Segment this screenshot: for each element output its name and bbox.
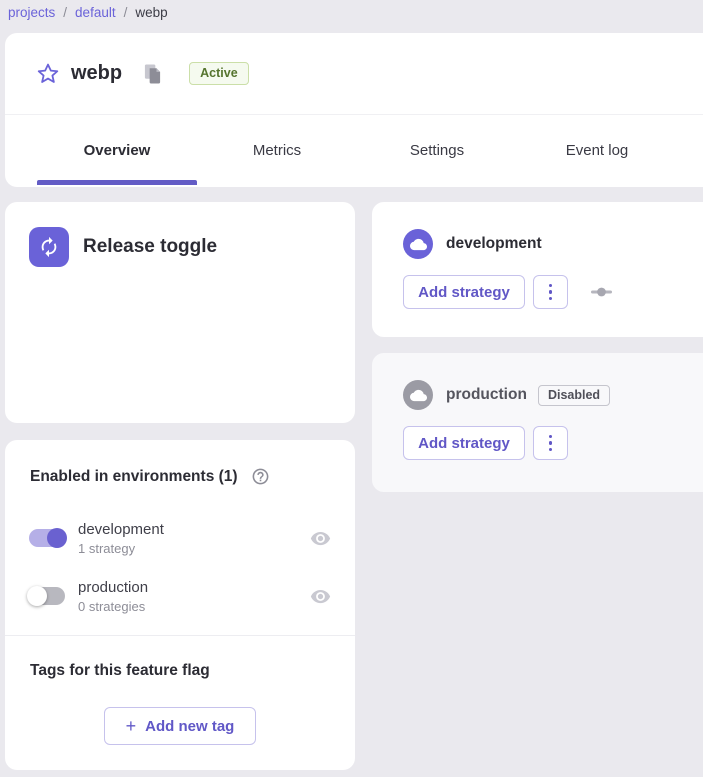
add-strategy-button[interactable]: Add strategy [403,426,525,460]
flag-title-row: webp Active [5,33,703,115]
cloud-icon [403,229,433,259]
environment-row-production: production 0 strategies [29,572,331,620]
copy-name-icon[interactable] [143,63,162,84]
toggle-thumb [27,586,47,606]
development-environment-panel: development Add strategy [372,202,703,337]
tab-metrics-label: Metrics [253,142,301,159]
toggle-thumb [47,528,67,548]
panel-actions: Add strategy [403,426,568,460]
breadcrumb-projects[interactable]: projects [8,5,55,20]
help-icon[interactable] [251,467,270,486]
flag-details-card: Release toggle Project: default No descr… [5,202,355,423]
environment-panel-name: development [446,235,542,253]
visibility-eye-icon[interactable] [310,528,331,549]
breadcrumb-current-flag: webp [135,5,167,20]
environments-card: Enabled in environments (1) development … [5,440,355,770]
tab-overview[interactable]: Overview [37,115,197,186]
breadcrumb-separator: / [63,5,67,20]
tab-event-log[interactable]: Event log [517,115,677,186]
panel-header: development [403,229,542,259]
environment-name: production [78,579,148,596]
environment-strategy-count: 1 strategy [78,541,164,556]
tab-event-log-label: Event log [566,142,629,159]
environments-title-row: Enabled in environments (1) [30,467,270,486]
more-options-kebab-icon[interactable] [533,275,568,309]
cloud-icon [403,380,433,410]
tab-overview-label: Overview [84,142,151,159]
plus-icon: + [126,717,137,735]
breadcrumb: projects / default / webp [8,0,168,24]
environments-title: Enabled in environments (1) [30,468,238,486]
environment-panel-name: production [446,386,527,404]
strategy-drag-handle-icon [590,286,614,298]
tags-title: Tags for this feature flag [30,662,210,680]
flag-type-label: Release toggle [83,236,217,258]
active-tab-underline [37,180,197,185]
visibility-eye-icon[interactable] [310,586,331,607]
environment-row-development: development 1 strategy [29,514,331,562]
release-toggle-type-icon [29,227,69,267]
flag-header-card: webp Active Overview Metrics Settings Ev… [5,33,703,187]
breadcrumb-project-default[interactable]: default [75,5,116,20]
environment-name: development [78,521,164,538]
add-new-tag-button[interactable]: + Add new tag [104,707,256,745]
tab-settings-label: Settings [410,142,464,159]
favorite-star-icon[interactable] [35,61,61,87]
more-options-kebab-icon[interactable] [533,426,568,460]
panel-actions: Add strategy [403,275,614,309]
panel-header: production Disabled [403,380,610,410]
status-badge: Active [189,62,249,85]
tab-metrics[interactable]: Metrics [197,115,357,186]
disabled-badge: Disabled [538,385,610,406]
breadcrumb-separator: / [124,5,128,20]
tab-bar: Overview Metrics Settings Event log [5,115,703,186]
page-title: webp [71,62,122,85]
tab-settings[interactable]: Settings [357,115,517,186]
environment-strategy-count: 0 strategies [78,599,148,614]
production-environment-panel: production Disabled Add strategy [372,353,703,492]
card-divider [5,635,355,636]
add-strategy-button[interactable]: Add strategy [403,275,525,309]
production-toggle[interactable] [29,587,65,605]
development-toggle[interactable] [29,529,65,547]
add-new-tag-label: Add new tag [145,718,234,735]
